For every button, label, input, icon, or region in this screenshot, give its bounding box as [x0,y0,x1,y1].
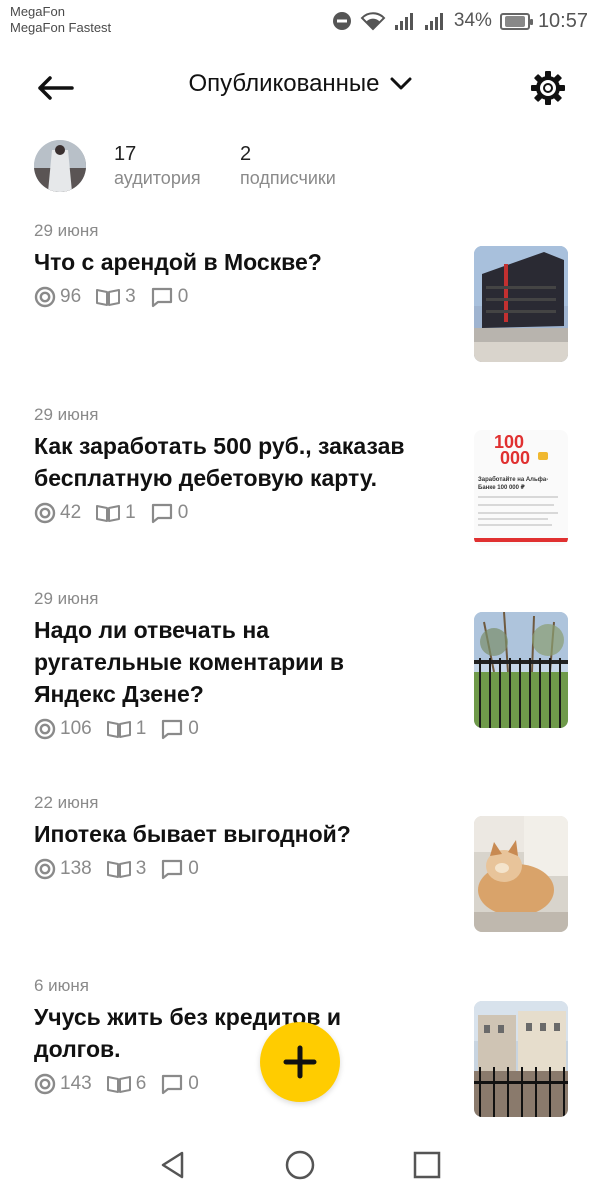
app-header: Опубликованные [0,58,600,118]
article-date: 6 июня [34,976,90,995]
nav-back-button[interactable] [151,1143,195,1187]
plus-icon [283,1045,317,1079]
thumb-caption: Заработайте на Альфа-Банке 100 000 ₽ [478,477,549,491]
comments-icon [162,719,183,740]
article-card[interactable]: 22 июня Ипотека бывает выгодной? 138 3 0 [34,792,568,932]
reads-book-icon [106,861,131,878]
views-count: 143 [60,1073,92,1094]
audience-stat: 17 аудитория [114,142,201,190]
comments-icon [151,287,172,308]
comments-icon [162,859,183,880]
article-date: 29 июня [34,221,99,240]
reads-count: 6 [135,1073,147,1094]
comments-icon [151,503,172,524]
reads-book-icon [106,721,131,738]
carrier-info: MegaFon MegaFon Fastest [10,4,111,36]
article-date: 29 июня [34,405,99,424]
reads-count: 3 [135,858,147,879]
article-date: 22 июня [34,793,99,812]
reads-count: 1 [125,502,136,523]
views-icon [34,858,56,880]
comments-count: 0 [188,858,199,879]
audience-count: 17 [114,143,137,165]
status-bar: MegaFon MegaFon Fastest 34% 10:57 [0,0,600,44]
reads-book-icon [106,1076,131,1093]
subscribers-stat[interactable]: 2 подписчики [240,142,336,190]
profile-stats: 17 аудитория 2 подписчики [34,140,574,196]
article-title[interactable]: Надо ли отвечать на ругательные коментар… [34,614,394,710]
article-thumbnail[interactable] [474,1001,568,1117]
do-not-disturb-icon [332,12,351,30]
views-count: 42 [60,502,82,523]
article-thumbnail[interactable] [474,612,568,728]
article-card[interactable]: 29 июня Что с арендой в Москве? 96 3 0 [34,220,568,362]
article-title[interactable]: Ипотека бывает выгодной? [34,818,454,850]
wifi-icon [360,12,386,31]
gear-icon [531,71,565,105]
comments-count: 0 [188,718,199,739]
battery-percent: 34% [453,10,492,31]
chevron-down-icon [390,77,412,90]
system-nav-bar [0,1130,600,1200]
comments-count: 0 [177,502,189,523]
square-recents-icon [413,1151,440,1179]
reads-book-icon [96,505,121,522]
comments-count: 0 [188,1073,199,1094]
views-icon [34,718,56,740]
views-icon [34,502,56,524]
circle-home-icon [285,1150,315,1180]
comments-count: 0 [177,286,189,307]
nav-recents-button[interactable] [405,1143,449,1187]
page-title: Опубликованные [188,70,380,97]
article-card[interactable]: 29 июня Как заработать 500 руб., заказав… [34,404,568,546]
settings-button[interactable] [526,66,570,110]
add-post-button[interactable] [260,1022,340,1102]
article-title[interactable]: Как заработать 500 руб., заказав бесплат… [34,430,454,494]
status-icons: 34% 10:57 [332,7,588,35]
title-dropdown[interactable]: Опубликованные [0,70,600,98]
views-count: 106 [60,718,92,739]
reads-count: 1 [135,718,147,739]
article-thumbnail[interactable] [474,246,568,362]
nav-home-button[interactable] [278,1143,322,1187]
article-thumbnail[interactable]: 100 000 Заработайте на Альфа-Банке 100 0… [474,430,568,546]
clock: 10:57 [537,9,588,32]
article-card[interactable]: 29 июня Надо ли отвечать на ругательные … [34,588,568,740]
signal-icon-2 [424,13,443,30]
thumb-card-graphic [538,452,548,460]
thumb-number-2: 000 [500,448,531,468]
article-title[interactable]: Что с арендой в Москве? [34,246,454,278]
reads-book-icon [96,289,121,306]
reads-count: 3 [125,286,136,307]
battery-icon [499,12,533,30]
views-count: 96 [60,286,82,307]
audience-label: аудитория [114,168,201,188]
comments-icon [162,1074,183,1095]
triangle-back-icon [162,1151,184,1179]
subscribers-label: подписчики [240,168,336,188]
article-title[interactable]: Учусь жить без кредитов и долгов. [34,1001,394,1065]
views-icon [34,1073,56,1095]
views-count: 138 [60,858,92,879]
carrier-name: MegaFon [10,4,65,19]
views-icon [34,286,56,308]
signal-icon [394,13,413,30]
article-date: 29 июня [34,589,99,608]
subscribers-count: 2 [240,143,252,165]
avatar[interactable] [34,140,86,192]
carrier-name-secondary: MegaFon Fastest [10,20,112,35]
article-thumbnail[interactable] [474,816,568,932]
